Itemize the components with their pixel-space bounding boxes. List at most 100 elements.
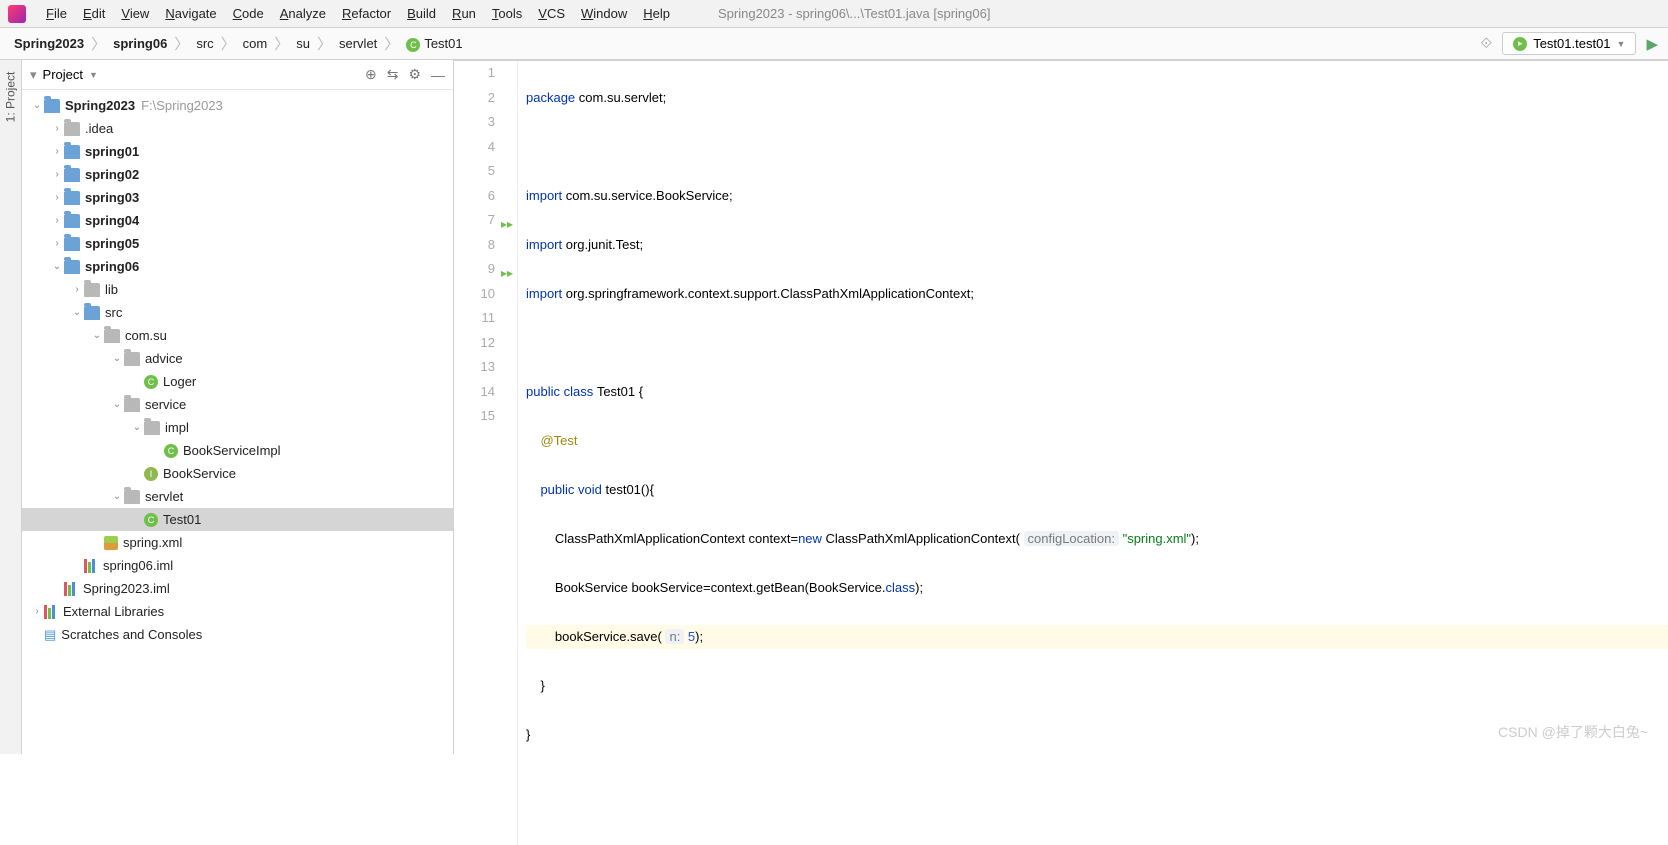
chevron-down-icon[interactable]: ▼	[89, 70, 98, 80]
menu-build[interactable]: Build	[399, 6, 444, 21]
breadcrumb-item[interactable]: com	[239, 36, 272, 51]
line-number[interactable]: 8	[454, 233, 495, 258]
folder-icon	[64, 168, 80, 182]
tree-node[interactable]: Spring2023.iml	[22, 577, 453, 600]
line-number[interactable]: 5	[454, 159, 495, 184]
breadcrumb-item[interactable]: Spring2023	[10, 36, 88, 51]
line-number[interactable]: 6	[454, 184, 495, 209]
menu-window[interactable]: Window	[573, 6, 635, 21]
tree-arrow-icon[interactable]: ⌄	[110, 399, 124, 410]
breadcrumb-item[interactable]: servlet	[335, 36, 381, 51]
breadcrumb-item[interactable]: src	[192, 36, 217, 51]
menu-analyze[interactable]: Analyze	[272, 6, 334, 21]
tree-arrow-icon[interactable]: ⌄	[110, 491, 124, 502]
breadcrumb-item[interactable]: spring06	[109, 36, 171, 51]
tree-node-label: Spring2023.iml	[83, 581, 170, 596]
tree-node[interactable]: ⌄ com.su	[22, 324, 453, 347]
tree-node[interactable]: IBookService	[22, 462, 453, 485]
tree-arrow-icon[interactable]: ›	[50, 123, 64, 134]
tree-node[interactable]: ⌄impl	[22, 416, 453, 439]
tree-arrow-icon[interactable]: ›	[50, 192, 64, 203]
run-gutter-icon[interactable]: ▸▸	[501, 212, 513, 237]
tree-arrow-icon[interactable]: ⌄	[90, 330, 104, 341]
tree-node-label: com.su	[125, 328, 167, 343]
tree-node-label: Loger	[163, 374, 196, 389]
hide-icon[interactable]: —	[431, 67, 445, 83]
menu-help[interactable]: Help	[635, 6, 678, 21]
tree-arrow-icon[interactable]: ›	[30, 606, 44, 617]
breadcrumb-item[interactable]: su	[292, 36, 314, 51]
breadcrumb-item[interactable]: CTest01	[402, 36, 466, 52]
tree-node[interactable]: ›.idea	[22, 117, 453, 140]
line-number[interactable]: 9	[454, 257, 495, 282]
code-editor[interactable]: 123456789101112131415▸▸▸▸ package com.su…	[454, 61, 1668, 845]
line-number[interactable]: 10	[454, 282, 495, 307]
tree-node[interactable]: ›spring04	[22, 209, 453, 232]
menu-tools[interactable]: Tools	[484, 6, 530, 21]
line-number[interactable]: 13	[454, 355, 495, 380]
menu-run[interactable]: Run	[444, 6, 484, 21]
project-tree[interactable]: ⌄Spring2023F:\Spring2023›.idea›spring01›…	[22, 90, 453, 754]
expand-icon[interactable]: ⇆	[387, 66, 399, 83]
run-button[interactable]: ▶	[1646, 35, 1658, 53]
settings-icon[interactable]: ⚙	[408, 66, 421, 83]
run-config-selector[interactable]: ▸ Test01.test01 ▼	[1502, 32, 1636, 55]
tree-node[interactable]: ›spring01	[22, 140, 453, 163]
menu-code[interactable]: Code	[225, 6, 272, 21]
compass-icon[interactable]: ⟐	[1480, 35, 1492, 52]
tree-node[interactable]: CTest01	[22, 508, 453, 531]
tree-node[interactable]: spring06.iml	[22, 554, 453, 577]
sidebar-tool-tab[interactable]: 1: Project	[0, 60, 22, 754]
menu-edit[interactable]: Edit	[75, 6, 113, 21]
line-number[interactable]: 11	[454, 306, 495, 331]
tree-node[interactable]: CLoger	[22, 370, 453, 393]
tree-node-label: spring.xml	[123, 535, 182, 550]
tree-arrow-icon[interactable]: ⌄	[30, 100, 44, 111]
locate-icon[interactable]: ⊕	[365, 66, 377, 83]
tree-arrow-icon[interactable]: ›	[50, 215, 64, 226]
line-number[interactable]: 3	[454, 110, 495, 135]
tree-arrow-icon[interactable]: ⌄	[110, 353, 124, 364]
run-gutter-icon[interactable]: ▸▸	[501, 261, 513, 286]
tree-node[interactable]: ⌄src	[22, 301, 453, 324]
tree-arrow-icon[interactable]: ⌄	[130, 422, 144, 433]
window-title: Spring2023 - spring06\...\Test01.java [s…	[718, 6, 990, 21]
tree-node[interactable]: ›lib	[22, 278, 453, 301]
line-number[interactable]: 15	[454, 404, 495, 429]
tree-node[interactable]: spring.xml	[22, 531, 453, 554]
tree-node[interactable]: ›spring05	[22, 232, 453, 255]
code-content[interactable]: package com.su.servlet; import com.su.se…	[518, 61, 1668, 845]
menu-view[interactable]: View	[113, 6, 157, 21]
tree-node[interactable]: ›spring03	[22, 186, 453, 209]
tree-node[interactable]: ⌄spring06	[22, 255, 453, 278]
line-number[interactable]: 2	[454, 86, 495, 111]
tree-arrow-icon[interactable]: ›	[50, 238, 64, 249]
tree-node[interactable]: ›External Libraries	[22, 600, 453, 623]
line-number[interactable]: 1	[454, 61, 495, 86]
breadcrumb[interactable]: Spring2023〉spring06〉src〉com〉su〉servlet〉C…	[10, 33, 467, 54]
menu-refactor[interactable]: Refactor	[334, 6, 399, 21]
tree-node[interactable]: ⌄servlet	[22, 485, 453, 508]
tree-node[interactable]: ⌄Spring2023F:\Spring2023	[22, 94, 453, 117]
menu-vcs[interactable]: VCS	[530, 6, 573, 21]
tree-arrow-icon[interactable]: ⌄	[50, 261, 64, 272]
tree-node[interactable]: CBookServiceImpl	[22, 439, 453, 462]
tree-arrow-icon[interactable]: ›	[70, 284, 84, 295]
panel-collapse-icon[interactable]: ▾	[30, 67, 37, 83]
line-number[interactable]: 12	[454, 331, 495, 356]
tree-node[interactable]: ›spring02	[22, 163, 453, 186]
tree-arrow-icon[interactable]: ›	[50, 169, 64, 180]
tree-arrow-icon[interactable]: ⌄	[70, 307, 84, 318]
tree-node[interactable]: ⌄advice	[22, 347, 453, 370]
tree-arrow-icon[interactable]: ›	[50, 146, 64, 157]
run-config-label: Test01.test01	[1533, 36, 1610, 51]
tree-node[interactable]: ▤Scratches and Consoles	[22, 623, 453, 646]
line-number[interactable]: 7	[454, 208, 495, 233]
gutter[interactable]: 123456789101112131415▸▸▸▸	[454, 61, 518, 845]
line-number[interactable]: 14	[454, 380, 495, 405]
menu-navigate[interactable]: Navigate	[157, 6, 224, 21]
panel-title[interactable]: Project	[43, 67, 83, 82]
menu-file[interactable]: File	[38, 6, 75, 21]
tree-node[interactable]: ⌄service	[22, 393, 453, 416]
line-number[interactable]: 4	[454, 135, 495, 160]
